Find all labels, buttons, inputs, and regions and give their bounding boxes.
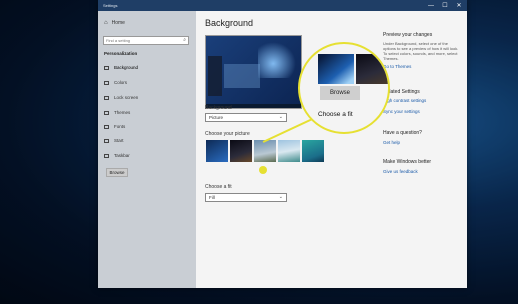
sidebar-item-background[interactable]: Background bbox=[104, 65, 138, 70]
start-icon bbox=[104, 138, 109, 143]
related-heading: Related Settings bbox=[383, 89, 420, 95]
brush-icon bbox=[104, 110, 109, 115]
question-section: Have a question? Get help bbox=[383, 130, 461, 145]
zoom-thumbnail bbox=[318, 54, 354, 84]
image-icon bbox=[104, 65, 109, 70]
sidebar-item-label: Lock screen bbox=[114, 95, 139, 100]
preview-tiles bbox=[224, 64, 260, 88]
sidebar-item-label: Start bbox=[114, 138, 124, 143]
zoom-callout: Browse Choose a fit bbox=[298, 42, 390, 134]
better-heading: Make Windows better bbox=[383, 159, 432, 165]
sidebar-item-fonts[interactable]: Fonts bbox=[104, 124, 125, 129]
window-title: Settings bbox=[103, 3, 118, 8]
background-dropdown[interactable]: Picture ⌄ bbox=[205, 113, 287, 122]
sidebar-item-label: Taskbar bbox=[114, 153, 130, 158]
palette-icon bbox=[104, 80, 109, 85]
sidebar-home[interactable]: ⌂ Home bbox=[104, 20, 125, 26]
question-heading: Have a question? bbox=[383, 130, 422, 136]
background-label: Background bbox=[205, 105, 232, 111]
home-icon: ⌂ bbox=[104, 20, 108, 26]
sidebar-section-title: Personalization bbox=[104, 51, 138, 56]
picture-thumbnail[interactable] bbox=[206, 140, 228, 162]
high-contrast-link[interactable]: High contrast settings bbox=[383, 98, 461, 103]
sync-settings-link[interactable]: Sync your settings bbox=[383, 109, 461, 114]
feedback-link[interactable]: Give us feedback bbox=[383, 169, 461, 174]
fit-dropdown-value: Fill bbox=[209, 195, 215, 200]
preview-changes-section: Preview your changes Under Background, s… bbox=[383, 32, 461, 69]
preview-description: Under Background, select one of the opti… bbox=[383, 41, 459, 61]
sidebar-item-label: Themes bbox=[114, 110, 131, 115]
preview-start-menu bbox=[208, 56, 222, 96]
choose-picture-label: Choose your picture bbox=[205, 131, 250, 137]
picture-thumbnail[interactable] bbox=[254, 140, 276, 162]
sidebar-item-label: Colors bbox=[114, 80, 128, 85]
picture-thumbnail[interactable] bbox=[302, 140, 324, 162]
choose-fit-label: Choose a fit bbox=[205, 184, 232, 190]
zoom-fit-label: Choose a fit bbox=[318, 111, 353, 118]
lock-screen-icon bbox=[104, 95, 109, 100]
sidebar-item-taskbar[interactable]: Taskbar bbox=[104, 153, 130, 158]
background-dropdown-value: Picture bbox=[209, 115, 224, 120]
preview-heading: Preview your changes bbox=[383, 32, 433, 38]
sidebar-item-label: Background bbox=[114, 65, 139, 70]
sidebar-item-start[interactable]: Start bbox=[104, 138, 124, 143]
search-input[interactable]: Find a setting ⌕ bbox=[103, 36, 189, 45]
search-placeholder: Find a setting bbox=[106, 38, 131, 43]
background-preview bbox=[205, 35, 302, 109]
page-title: Background bbox=[205, 18, 254, 28]
chevron-down-icon: ⌄ bbox=[278, 114, 283, 120]
chevron-down-icon: ⌄ bbox=[278, 194, 283, 200]
sidebar-item-colors[interactable]: Colors bbox=[104, 80, 127, 85]
sidebar-item-lock-screen[interactable]: Lock screen bbox=[104, 95, 138, 100]
related-settings-section: Related Settings High contrast settings … bbox=[383, 89, 461, 114]
feedback-section: Make Windows better Give us feedback bbox=[383, 159, 461, 174]
go-to-themes-link[interactable]: Go to Themes bbox=[383, 64, 461, 69]
sidebar: ⌂ Home Find a setting ⌕ Personalization … bbox=[98, 11, 196, 288]
zoom-browse-button: Browse bbox=[320, 86, 360, 100]
title-bar: Settings — ☐ ✕ bbox=[98, 0, 467, 11]
taskbar-icon bbox=[104, 153, 109, 158]
close-button[interactable]: ✕ bbox=[452, 0, 466, 11]
picture-thumbnail[interactable] bbox=[278, 140, 300, 162]
browse-button[interactable]: Browse bbox=[106, 168, 128, 177]
sidebar-home-label: Home bbox=[111, 20, 125, 26]
get-help-link[interactable]: Get help bbox=[383, 140, 461, 145]
picture-thumbnail[interactable] bbox=[230, 140, 252, 162]
zoom-thumbnail bbox=[356, 54, 388, 84]
minimize-button[interactable]: — bbox=[424, 0, 438, 11]
fit-dropdown[interactable]: Fill ⌄ bbox=[205, 193, 287, 202]
preview-light bbox=[258, 42, 296, 78]
font-icon bbox=[104, 124, 109, 129]
search-icon: ⌕ bbox=[183, 37, 186, 43]
maximize-button[interactable]: ☐ bbox=[438, 0, 452, 11]
sidebar-item-themes[interactable]: Themes bbox=[104, 110, 130, 115]
sidebar-item-label: Fonts bbox=[114, 124, 126, 129]
callout-dot bbox=[259, 166, 267, 174]
